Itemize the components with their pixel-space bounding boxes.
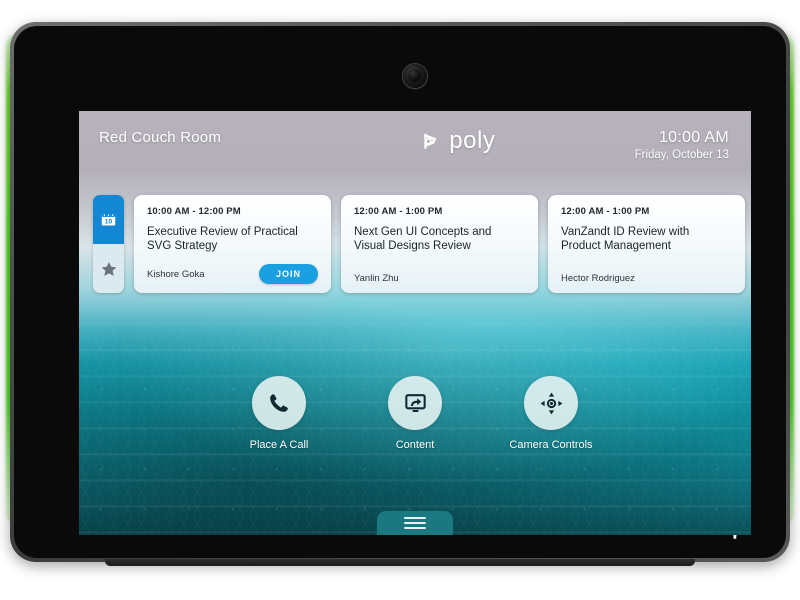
rail-button-favorites[interactable] xyxy=(93,244,124,293)
clock: 10:00 AM Friday, October 13 xyxy=(635,129,729,161)
action-label: Camera Controls xyxy=(509,439,593,451)
meeting-time: 10:00 AM - 12:00 PM xyxy=(147,206,241,217)
bottom-menu-tab[interactable] xyxy=(377,511,453,535)
clock-date: Friday, October 13 xyxy=(634,149,729,161)
meeting-card-footer: Yanlin Zhu xyxy=(354,273,525,284)
meeting-organizer: Hector Rodriguez xyxy=(561,273,635,284)
star-icon xyxy=(101,261,116,276)
device-bezel: Red Couch Room poly 10:00 AM Friday, Oct… xyxy=(14,26,786,558)
action-place-a-call[interactable]: Place A Call xyxy=(233,376,325,451)
rail-button-calendar[interactable]: 10 xyxy=(93,195,124,244)
action-camera-controls[interactable]: Camera Controls xyxy=(505,376,597,451)
device-scene: Red Couch Room poly 10:00 AM Friday, Oct… xyxy=(0,0,800,600)
room-name: Red Couch Room xyxy=(99,129,222,146)
poly-brand: poly xyxy=(416,127,495,155)
meeting-card[interactable]: 10:00 AM - 12:00 PM Executive Review of … xyxy=(134,195,331,293)
camera-pan-tilt-icon xyxy=(540,392,562,414)
front-camera-icon xyxy=(403,64,427,88)
action-circle xyxy=(524,376,578,430)
meeting-organizer: Kishore Goka xyxy=(147,268,205,280)
meeting-time: 12:00 AM - 1:00 PM xyxy=(354,206,443,217)
phone-icon xyxy=(270,394,288,412)
action-content[interactable]: Content xyxy=(369,376,461,451)
meeting-time: 12:00 AM - 1:00 PM xyxy=(561,206,650,217)
join-button[interactable]: JOIN xyxy=(258,264,318,284)
tablet-screen: Red Couch Room poly 10:00 AM Friday, Oct… xyxy=(79,111,751,535)
meeting-card[interactable]: 12:00 AM - 1:00 PM VanZandt ID Review wi… xyxy=(548,195,745,293)
top-bar: Red Couch Room poly 10:00 AM Friday, Oct… xyxy=(79,111,751,183)
meeting-card[interactable]: 12:00 AM - 1:00 PM Next Gen UI Concepts … xyxy=(341,195,538,293)
device-stand xyxy=(105,559,695,566)
action-circle xyxy=(252,376,306,430)
meeting-title: VanZandt ID Review with Product Manageme… xyxy=(561,226,690,252)
poly-logo-icon xyxy=(424,133,437,149)
side-rail: 10 xyxy=(93,195,124,293)
meeting-card-footer: Hector Rodriguez xyxy=(561,273,732,284)
brand-wordmark: poly xyxy=(449,127,496,154)
action-label: Place A Call xyxy=(249,439,309,451)
action-circle xyxy=(388,376,442,430)
action-button-row: Place A Call Content Camera Controls xyxy=(79,376,751,451)
action-label: Content xyxy=(395,439,435,451)
meeting-card-footer: Kishore Goka JOIN xyxy=(147,264,318,284)
meeting-organizer: Yanlin Zhu xyxy=(354,273,399,284)
calendar-day-number: 10 xyxy=(105,218,113,225)
meeting-strip: 10 10:00 AM - 12:00 PM Executive Review … xyxy=(93,195,751,293)
calendar-icon: 10 xyxy=(101,213,116,226)
meeting-title: Executive Review of Practical SVG Strate… xyxy=(147,226,298,252)
hamburger-menu-icon xyxy=(404,516,426,530)
meeting-title: Next Gen UI Concepts and Visual Designs … xyxy=(354,226,492,252)
clock-time: 10:00 AM xyxy=(658,129,729,146)
screen-share-icon xyxy=(404,393,426,412)
